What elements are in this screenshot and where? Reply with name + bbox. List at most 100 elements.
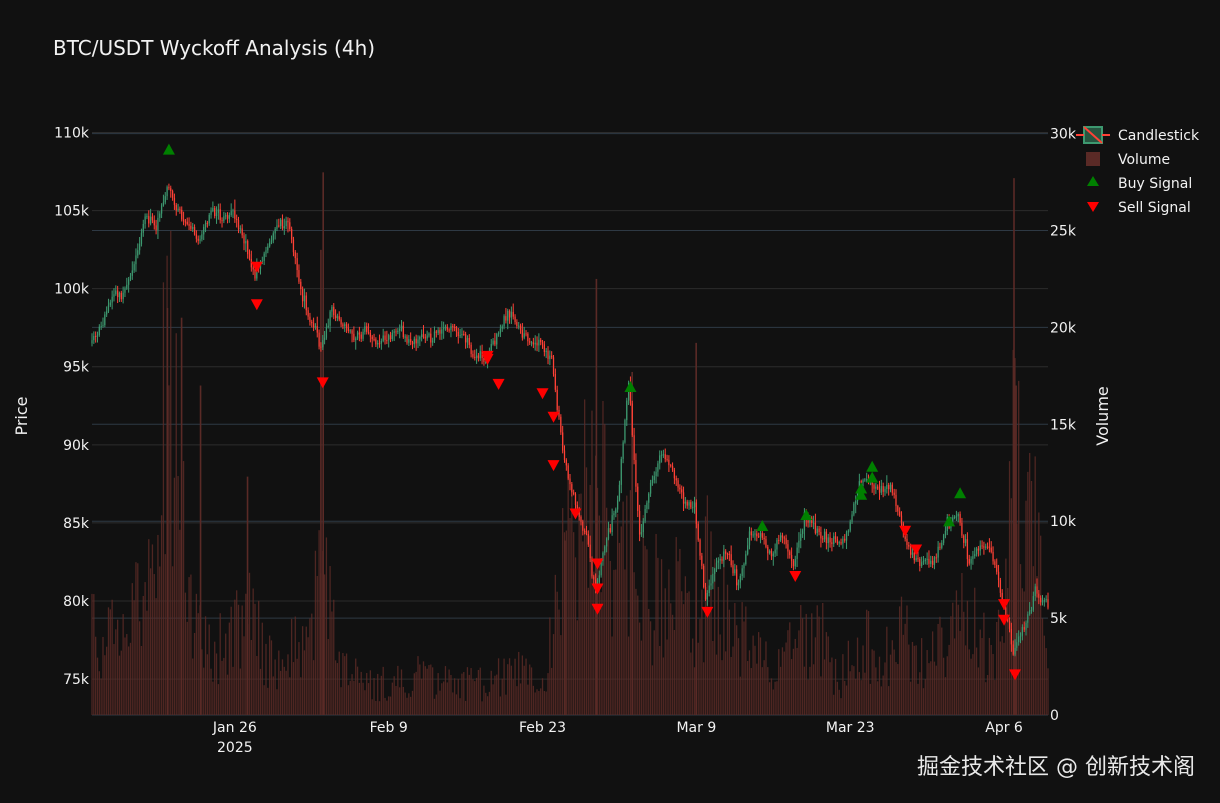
volume-bar <box>785 642 787 715</box>
volume-bar <box>981 638 983 715</box>
candle-up <box>615 509 617 514</box>
volume-bar <box>432 667 434 715</box>
candle-down <box>248 254 251 259</box>
candle-down <box>190 225 192 229</box>
candle-up <box>364 326 366 332</box>
candle-down <box>155 225 157 231</box>
legend-item-volume[interactable]: Volume <box>1086 152 1170 168</box>
candle-down <box>569 478 571 485</box>
volume-bar <box>329 566 331 715</box>
candle-down <box>899 511 901 516</box>
candle-up <box>98 326 100 335</box>
volume-bar <box>499 696 502 715</box>
candle-up <box>475 355 478 358</box>
volume-bar <box>574 557 577 715</box>
candle-up <box>622 442 624 459</box>
candle-up <box>1019 635 1022 637</box>
candle-up <box>276 225 278 229</box>
volume-bar <box>790 659 793 715</box>
candle-down <box>897 506 899 512</box>
candle-down <box>153 220 155 226</box>
candle-down <box>587 533 589 545</box>
candle-up <box>228 215 230 219</box>
candle-down <box>221 220 223 222</box>
candle-down <box>320 346 322 348</box>
volume-bar <box>911 641 914 715</box>
candle-up <box>926 558 928 560</box>
volume-bar <box>281 659 284 715</box>
volume-bar <box>860 680 862 715</box>
volume-bar <box>915 645 917 715</box>
volume-bar <box>939 616 941 715</box>
volume-bar <box>529 664 531 715</box>
volume-bar <box>946 656 948 715</box>
candle-down <box>763 537 765 540</box>
volume-bar <box>228 622 230 715</box>
volume-bar <box>836 681 839 715</box>
candle-down <box>360 334 362 339</box>
candle-up <box>833 536 835 545</box>
volume-tick-label: 25k <box>1050 223 1077 239</box>
candle-down <box>411 342 414 345</box>
volume-bar <box>120 650 122 715</box>
candle-down <box>175 204 177 211</box>
candle-down <box>292 239 295 253</box>
candle-up <box>743 564 745 569</box>
volume-bar <box>692 638 694 715</box>
candle-down <box>785 538 787 545</box>
volume-bar <box>333 599 335 715</box>
candle-down <box>919 558 921 567</box>
volume-bar <box>855 678 857 715</box>
candle-up <box>127 279 130 285</box>
candle-down <box>452 326 454 328</box>
volume-bar <box>812 664 815 715</box>
candle-up <box>433 331 436 341</box>
candle-up <box>911 552 914 555</box>
candle-down <box>241 228 243 236</box>
candle-down <box>472 353 474 357</box>
candle-down <box>311 321 313 324</box>
volume-bar <box>243 636 245 715</box>
volume-bar <box>344 656 346 715</box>
volume-bar <box>508 658 511 715</box>
candle-up <box>432 340 434 343</box>
candle-down <box>789 551 791 556</box>
volume-bar <box>985 682 987 715</box>
volume-bar <box>486 696 489 715</box>
candle-down <box>635 459 637 487</box>
candle-up <box>684 501 687 504</box>
volume-bar <box>285 670 287 715</box>
candle-up <box>450 326 452 330</box>
candle-down <box>236 218 238 221</box>
volume-bar <box>684 576 687 715</box>
volume-bar <box>931 631 934 715</box>
volume-bar-spike <box>166 307 169 715</box>
volume-bar <box>948 644 950 715</box>
candle-down <box>631 403 633 436</box>
candle-down <box>992 551 994 562</box>
x-tick-label: Mar 23 <box>826 720 875 736</box>
candle-up <box>135 255 137 265</box>
volume-bar <box>131 583 133 715</box>
candle-down <box>290 228 293 240</box>
volume-bar <box>362 682 364 715</box>
candle-down <box>699 539 701 556</box>
candle-down <box>512 311 514 317</box>
candle-up <box>124 288 126 293</box>
volume-bar <box>975 647 978 715</box>
volume-bar <box>305 626 307 715</box>
legend-item-candlestick[interactable]: Candlestick <box>1076 126 1200 144</box>
candle-down <box>807 520 809 523</box>
candle-down <box>371 336 373 340</box>
candle-up <box>1041 601 1044 603</box>
candle-down <box>367 331 370 334</box>
volume-bar <box>904 623 906 715</box>
volume-bar <box>475 677 478 715</box>
volume-bar <box>391 682 393 715</box>
candle-up <box>133 264 135 271</box>
volume-bar <box>1043 635 1045 715</box>
volume-bar <box>463 672 465 715</box>
candle-up <box>880 486 882 493</box>
volume-bar <box>501 678 503 715</box>
candle-up <box>734 569 736 574</box>
